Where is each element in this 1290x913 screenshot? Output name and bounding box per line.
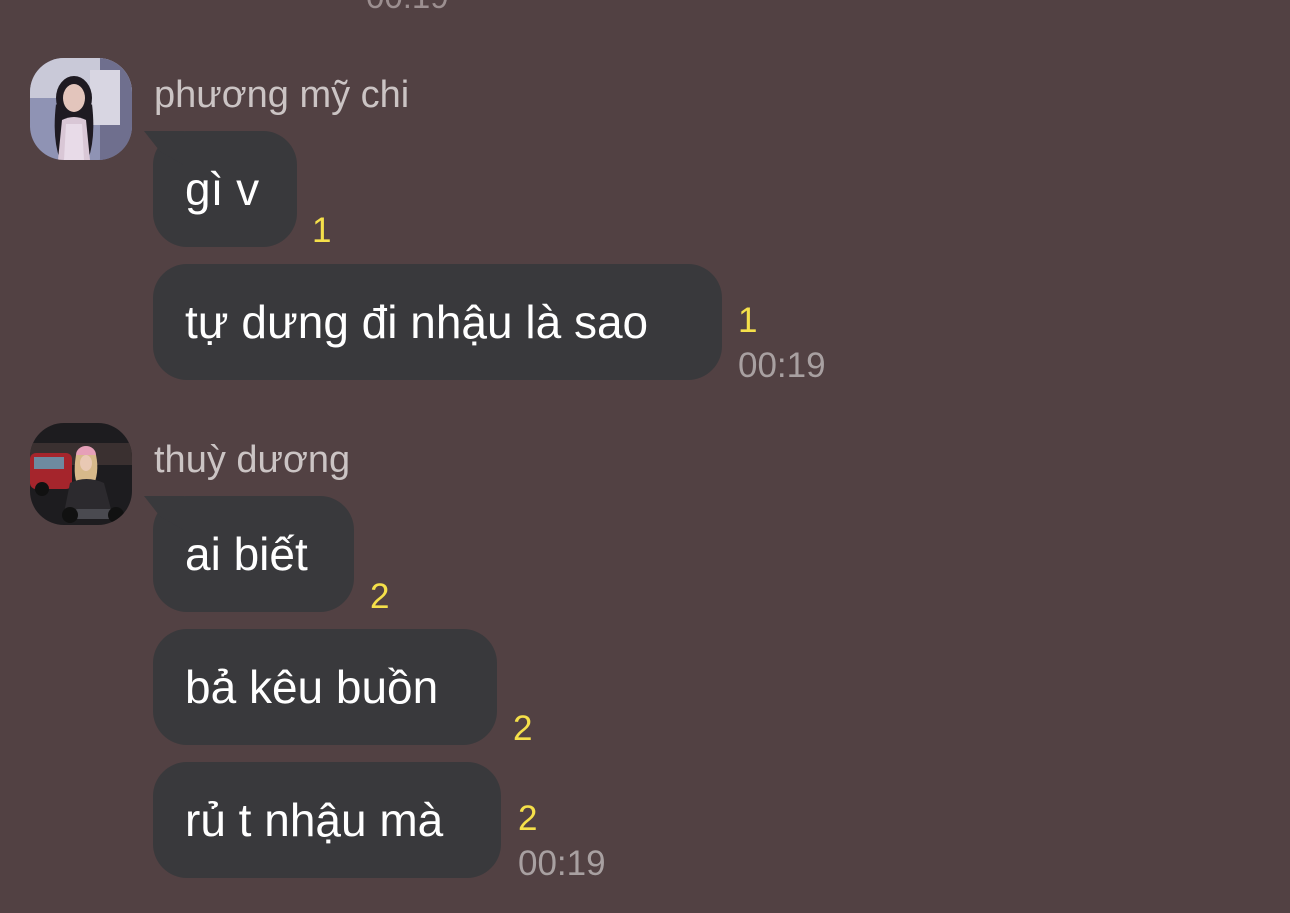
unread-count: 2 <box>370 577 390 616</box>
sender-name: thuỳ dương <box>154 439 351 481</box>
avatar[interactable] <box>30 58 132 160</box>
message-timestamp: 00:19 <box>738 346 826 385</box>
message-bubble[interactable]: rủ t nhậu mà <box>153 762 501 878</box>
message-bubble[interactable]: tự dưng đi nhậu là sao <box>153 264 722 380</box>
unread-count: 1 <box>312 211 332 250</box>
chat-message-list[interactable]: 00:19 phương mỹ chi gì v 1 tự dưng đi nh… <box>0 0 1290 913</box>
timestamp: 00:19 <box>366 0 449 16</box>
message-timestamp: 00:19 <box>518 844 606 883</box>
message-text: ai biết <box>185 528 308 580</box>
unread-count: 1 <box>738 301 758 340</box>
avatar[interactable] <box>30 423 132 525</box>
sender-name: phương mỹ chi <box>154 74 410 116</box>
message-text: rủ t nhậu mà <box>185 794 444 846</box>
message-text: tự dưng đi nhậu là sao <box>185 296 649 348</box>
message-bubble[interactable]: bả kêu buồn <box>153 629 497 745</box>
message-bubble[interactable]: gì v <box>153 131 297 247</box>
unread-count: 2 <box>513 709 533 748</box>
message-bubble[interactable]: ai biết <box>153 496 354 612</box>
unread-count: 2 <box>518 799 538 838</box>
avatar-photo-icon <box>30 423 132 525</box>
message-text: bả kêu buồn <box>185 661 439 713</box>
message-text: gì v <box>185 163 260 215</box>
avatar-photo-icon <box>30 58 132 160</box>
